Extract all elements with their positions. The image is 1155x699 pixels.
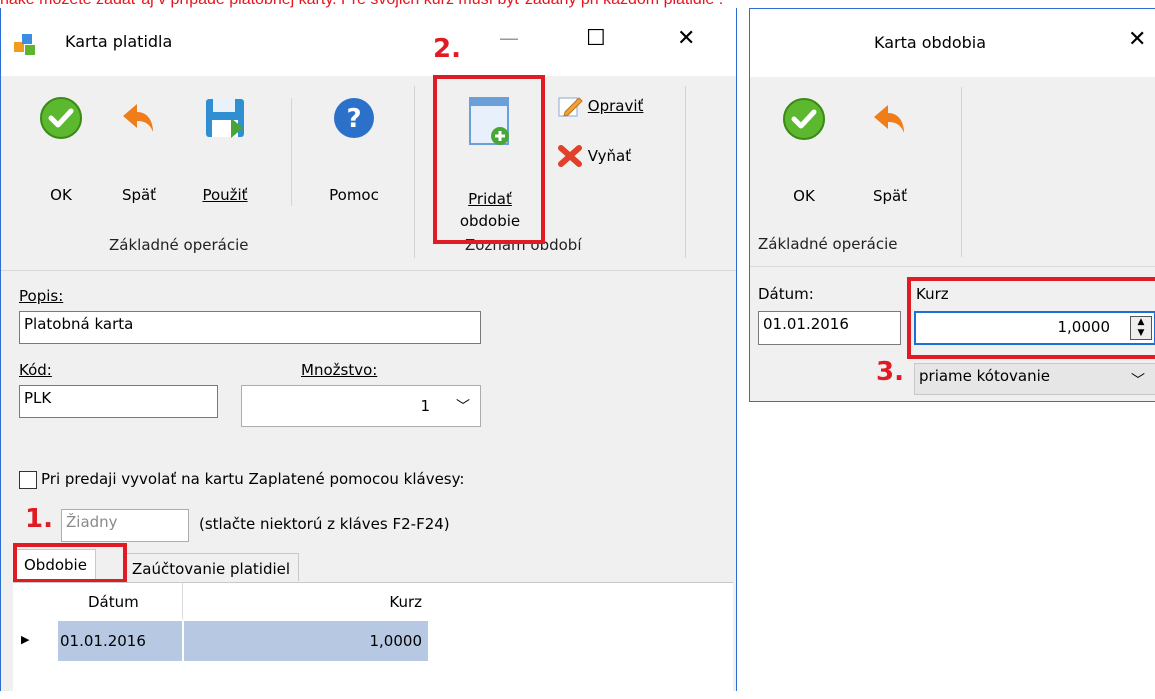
popis-input[interactable]: Platobná karta <box>19 311 481 344</box>
minimize-button[interactable]: — <box>499 26 519 50</box>
group-separator-end <box>685 86 686 258</box>
period-back-button[interactable]: Späť <box>862 97 918 212</box>
annotation-step-2: 2. <box>433 34 461 64</box>
ribbon-separator <box>291 98 292 206</box>
back-label: Späť <box>121 186 157 204</box>
period-ribbon: OK Späť Základné operácie <box>750 77 1155 267</box>
column-header-datum-text: Dátum <box>88 593 139 611</box>
help-label: Pomoc <box>329 186 379 204</box>
group-separator <box>414 86 415 258</box>
check-icon <box>40 97 82 139</box>
quote-type-value: priame kótovanie <box>919 367 1051 385</box>
popis-label: Popis: <box>19 287 63 305</box>
svg-text:?: ? <box>346 104 361 134</box>
close-button[interactable]: ✕ <box>677 26 695 51</box>
tab-zauctovanie[interactable]: Zaúčtovanie platidiel <box>123 553 300 581</box>
edit-pencil-icon <box>558 97 583 117</box>
chevron-down-icon: ﹀ <box>1131 373 1145 389</box>
popis-label-text: Popis: <box>19 287 64 305</box>
period-window-title: Karta obdobia <box>874 33 987 52</box>
highlight-obdobie-tab <box>13 543 127 583</box>
edit-button[interactable]: Opraviť <box>557 94 643 120</box>
ribbon: OK Späť Použiť ? Pomoc Základné operácie… <box>1 76 736 271</box>
cell-datum-text: 01.01.2016 <box>60 632 146 650</box>
mnozstvo-select[interactable]: 1 ﹀ <box>241 385 481 427</box>
title-bar: Karta platidla — ☐ ✕ <box>1 8 736 76</box>
column-header-kurz-text: Kurz <box>389 593 422 611</box>
edit-label: Opraviť <box>587 97 644 115</box>
period-back-label: Späť <box>872 187 908 205</box>
apply-label: Použiť <box>197 184 253 206</box>
column-header-datum[interactable]: Dátum <box>58 583 183 619</box>
period-form: Dátum: 01.01.2016 Kurz 1,0000 ▲ ▼ 3. pria… <box>750 267 1155 401</box>
delete-x-icon <box>558 145 582 167</box>
period-group-separator <box>961 87 962 257</box>
hotkey-checkbox[interactable] <box>19 471 37 489</box>
quote-type-select[interactable]: priame kótovanie ﹀ <box>914 363 1155 395</box>
kod-input[interactable]: PLK <box>19 385 218 418</box>
datum-label: Dátum: <box>758 285 814 303</box>
remove-label: Vyňať <box>587 147 632 165</box>
check-icon <box>783 98 825 140</box>
mnozstvo-label-text: Množstvo: <box>301 361 378 379</box>
period-ok-button[interactable]: OK <box>782 97 826 212</box>
karta-platidla-window: Karta platidla — ☐ ✕ OK Späť Použiť ? Po… <box>0 8 737 699</box>
app-icon <box>14 34 35 55</box>
column-header-kurz[interactable]: Kurz <box>184 583 428 619</box>
help-icon: ? <box>334 98 374 138</box>
cell-kurz-text: 1,0000 <box>369 632 423 650</box>
period-ok-label: OK <box>793 187 815 205</box>
window-title: Karta platidla <box>65 32 173 51</box>
mnozstvo-label: Množstvo: <box>301 361 377 379</box>
hotkey-hint: (stlačte niektorú z kláves F2-F24) <box>199 515 450 533</box>
hotkey-checkbox-label: Pri predaji vyvolať na kartu Zaplatené p… <box>41 470 465 488</box>
help-button[interactable]: ? Pomoc <box>319 96 389 211</box>
remove-button[interactable]: Vyňať <box>557 144 631 170</box>
period-title-bar: Karta obdobia ✕ <box>750 9 1155 77</box>
cell-kurz[interactable]: 1,0000 <box>184 621 428 661</box>
period-grid: Dátum Kurz ▶ 01.01.2016 1,0000 <box>13 582 733 699</box>
group-basic-operations: Základné operácie <box>109 236 249 254</box>
ok-button[interactable]: OK <box>39 96 83 211</box>
undo-arrow-icon <box>123 104 153 132</box>
apply-button[interactable]: Použiť <box>197 96 253 211</box>
row-pointer-icon: ▶ <box>21 633 30 646</box>
annotation-step-1: 1. <box>25 504 53 534</box>
karta-obdobia-window: Karta obdobia ✕ OK Späť Základné operáci… <box>749 8 1155 402</box>
save-icon <box>206 99 244 138</box>
highlight-kurz <box>907 277 1155 359</box>
kod-label: Kód: <box>19 361 52 379</box>
period-group-label: Základné operácie <box>758 235 898 253</box>
ok-label: OK <box>50 186 72 204</box>
mnozstvo-value: 1 <box>420 397 430 415</box>
datum-input[interactable]: 01.01.2016 <box>758 311 901 345</box>
maximize-button[interactable]: ☐ <box>586 26 606 51</box>
highlight-add-period <box>433 75 545 244</box>
apply-label-text: Použiť <box>202 186 248 204</box>
hotkey-input[interactable]: Žiadny <box>61 509 189 542</box>
chevron-down-icon: ﹀ <box>456 399 470 415</box>
period-close-button[interactable]: ✕ <box>1128 27 1146 52</box>
undo-arrow-icon <box>874 105 904 133</box>
annotation-step-3: 3. <box>876 357 904 387</box>
kod-label-text: Kód: <box>19 361 52 379</box>
back-button[interactable]: Späť <box>111 96 167 211</box>
cell-datum[interactable]: 01.01.2016 <box>58 621 183 661</box>
table-row[interactable]: ▶ 01.01.2016 1,0000 <box>13 621 428 661</box>
